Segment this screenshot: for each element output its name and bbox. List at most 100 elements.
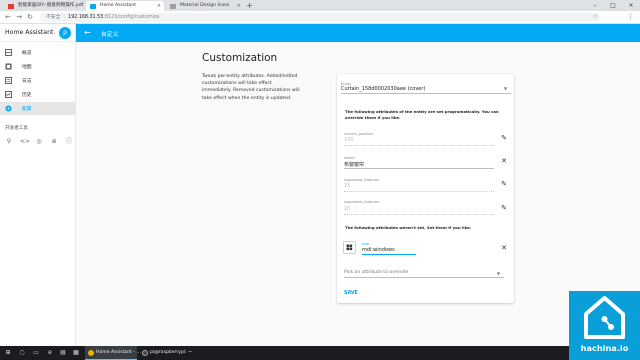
minimize-icon[interactable]: – bbox=[586, 0, 604, 11]
attribute-label: Name bbox=[344, 156, 355, 160]
search-icon[interactable]: ○ bbox=[18, 349, 26, 357]
start-icon[interactable]: ⊞ bbox=[4, 349, 12, 357]
icon-preview-button[interactable] bbox=[343, 241, 356, 254]
tab-title: 智能家居DIY--随意购物操作.pdf bbox=[18, 3, 84, 8]
taskbar-app-browser[interactable]: Home Assistant - ... bbox=[85, 346, 141, 360]
tab-title: Home Assistant bbox=[100, 3, 136, 8]
chevron-down-icon[interactable]: ▼ bbox=[504, 86, 507, 91]
attribute-label: supported_features bbox=[344, 200, 379, 204]
taskbar-app-label: Home Assistant - ... bbox=[96, 350, 141, 355]
home-assistant-icon bbox=[90, 3, 96, 9]
mqtt-icon[interactable]: ◎ bbox=[35, 138, 43, 146]
browser-tab-bar: 智能家居DIY--随意购物操作.pdf Home Assistant × Mat… bbox=[0, 0, 640, 11]
url-host: 192.168.31.53 bbox=[68, 15, 104, 20]
attribute-label: supported_features bbox=[344, 178, 379, 182]
entity-underline bbox=[341, 93, 511, 94]
bookmark-star-icon[interactable]: ☆ bbox=[593, 13, 598, 20]
taskbar-app-terminal[interactable]: pi@raspberrypi: ~ bbox=[139, 346, 195, 360]
url-field[interactable]: 不安全 | 192.168.31.53:8123/config/customiz… bbox=[40, 13, 600, 22]
back-arrow-icon[interactable]: ← bbox=[84, 27, 91, 39]
sidebar-item-settings[interactable]: 配置 bbox=[0, 102, 76, 115]
sidebar-header: Home Assistant p bbox=[0, 24, 75, 42]
delete-icon[interactable]: ✕ bbox=[499, 243, 509, 253]
task-view-icon[interactable]: ▭ bbox=[32, 349, 40, 357]
info-icon[interactable]: ⓘ bbox=[65, 138, 73, 146]
new-attribute-input[interactable]: mdi:windows bbox=[362, 247, 395, 253]
developer-tools-title: 开发者工具 bbox=[5, 126, 28, 131]
reload-icon[interactable]: ↻ bbox=[25, 12, 35, 23]
sidebar-item-history[interactable]: 历史 bbox=[0, 88, 76, 101]
attribute-value: 100 bbox=[344, 137, 354, 143]
attribute-underline bbox=[344, 214, 494, 215]
header-title: 自定义 bbox=[101, 32, 119, 38]
sidebar-item-overview[interactable]: 概览 bbox=[0, 46, 76, 59]
states-icon[interactable]: ⊕ bbox=[50, 138, 58, 146]
logbook-icon bbox=[5, 77, 12, 84]
address-bar: ← → ↻ 不安全 | 192.168.31.53:8123/config/cu… bbox=[0, 11, 640, 24]
insecure-label: 不安全 bbox=[46, 15, 61, 20]
attribute-value[interactable]: 布窗窗帘 bbox=[344, 161, 364, 168]
taskbar: ⊞ ○ ▭ e ▤ ▦ Home Assistant - ... pi@rasp… bbox=[0, 346, 640, 360]
customize-card: Entity Curtain_158d0002030aee (cover) ▼ … bbox=[337, 74, 514, 303]
intro-text: Tweak per-entity attributes. Added/edite… bbox=[202, 74, 300, 101]
url-path: :8123/config/customize bbox=[103, 15, 160, 20]
new-attribute-underline bbox=[362, 254, 416, 255]
browser-tab-home-assistant[interactable]: Home Assistant × bbox=[86, 1, 164, 11]
attribute-underline bbox=[344, 145, 494, 146]
edit-icon[interactable]: ✎ bbox=[499, 179, 509, 189]
hachina-logo-icon bbox=[584, 296, 625, 339]
map-icon bbox=[5, 63, 12, 70]
watermark-logo: hachina.io bbox=[569, 291, 640, 360]
history-icon bbox=[5, 91, 12, 98]
chrome-icon bbox=[88, 350, 94, 356]
sidebar-item-logbook[interactable]: 日志 bbox=[0, 74, 76, 87]
tab-title: Material Design Icons bbox=[180, 3, 230, 8]
entity-select[interactable]: Curtain_158d0002030aee (cover) bbox=[341, 86, 425, 92]
sidebar-item-label: 日志 bbox=[22, 79, 32, 84]
page-title: Customization bbox=[202, 52, 278, 64]
back-icon[interactable]: ← bbox=[3, 12, 13, 23]
attribute-underline bbox=[344, 191, 494, 192]
close-tab-icon[interactable]: × bbox=[237, 1, 241, 11]
attribute-label: current_position bbox=[344, 132, 373, 136]
forward-icon[interactable]: → bbox=[14, 12, 24, 23]
attribute-value: 15 bbox=[344, 183, 351, 189]
pick-attribute-underline bbox=[344, 277, 504, 278]
new-attribute-label: icon bbox=[362, 242, 370, 246]
sidebar-item-label: 历史 bbox=[22, 93, 32, 98]
watermark-text: hachina.io bbox=[580, 343, 629, 353]
taskbar-app-label: pi@raspberrypi: ~ bbox=[150, 350, 193, 355]
template-icon[interactable]: <> bbox=[20, 138, 30, 146]
browser-tab-material-icons[interactable]: Material Design Icons × bbox=[166, 1, 244, 11]
material-icon bbox=[170, 3, 176, 9]
pdf-icon bbox=[8, 3, 14, 9]
new-tab-button[interactable]: + bbox=[246, 1, 253, 10]
sidebar-title: Home Assistant bbox=[5, 29, 54, 36]
sidebar-item-label: 配置 bbox=[22, 107, 32, 112]
edit-icon[interactable]: ✎ bbox=[499, 203, 509, 213]
avatar[interactable]: p bbox=[59, 27, 71, 39]
save-button[interactable]: SAVE bbox=[344, 291, 358, 296]
windows-icon bbox=[346, 244, 353, 251]
sidebar-item-map[interactable]: 地图 bbox=[0, 60, 76, 73]
programmatic-note: The following attributes of the entity a… bbox=[345, 109, 499, 120]
settings-icon bbox=[5, 105, 12, 112]
browser-menu-icon[interactable]: ⋮ bbox=[627, 12, 634, 23]
terminal-icon bbox=[142, 350, 148, 356]
sidebar-item-label: 概览 bbox=[22, 51, 32, 56]
chevron-down-icon[interactable]: ▼ bbox=[497, 271, 500, 276]
close-window-icon[interactable]: × bbox=[622, 0, 640, 11]
close-tab-icon[interactable]: × bbox=[157, 1, 161, 11]
edit-icon[interactable]: ✎ bbox=[499, 133, 509, 143]
pick-attribute-select[interactable]: Pick an attribute to override bbox=[344, 270, 408, 275]
delete-icon[interactable]: ✕ bbox=[499, 156, 509, 166]
attribute-value: 15 bbox=[344, 206, 351, 212]
attribute-underline bbox=[344, 168, 494, 169]
maximize-icon[interactable]: □ bbox=[604, 0, 622, 11]
unset-note: The following attributes weren't set. Se… bbox=[345, 225, 472, 230]
services-icon[interactable]: ⚲ bbox=[5, 138, 13, 146]
explorer-icon[interactable]: ▤ bbox=[59, 349, 67, 357]
edge-icon[interactable]: e bbox=[46, 349, 54, 357]
store-icon[interactable]: ▦ bbox=[72, 349, 80, 357]
browser-tab-pdf[interactable]: 智能家居DIY--随意购物操作.pdf bbox=[4, 1, 84, 11]
